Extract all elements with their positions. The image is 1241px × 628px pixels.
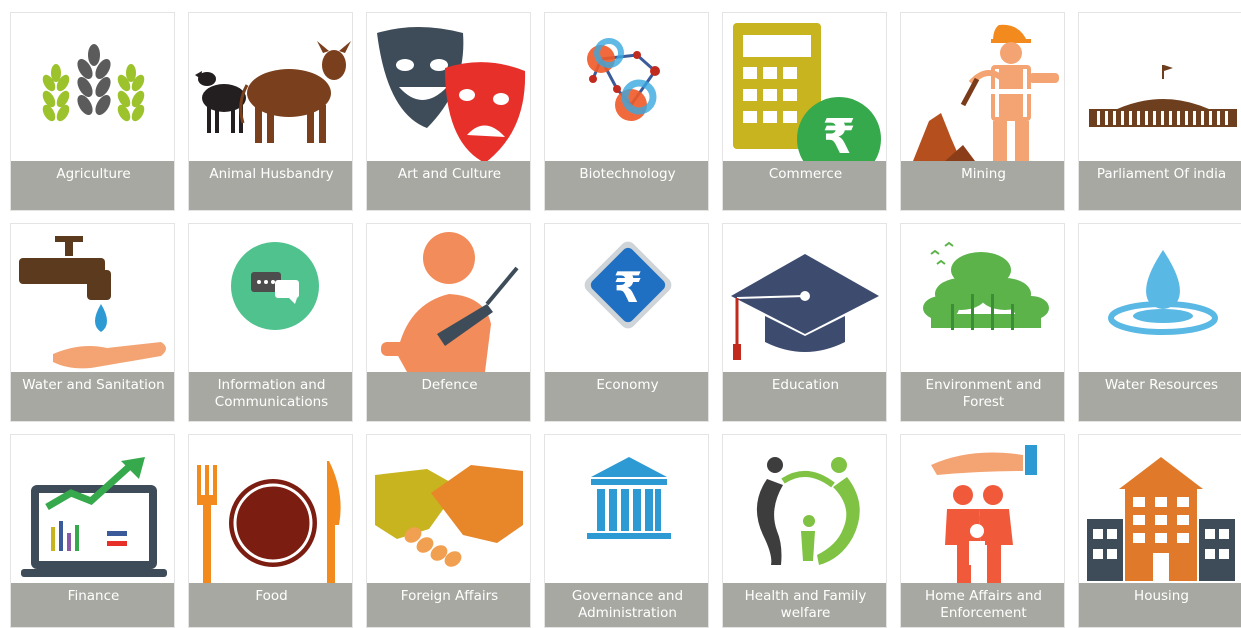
category-tile-mining[interactable]: Mining [900,12,1065,211]
category-label: Foreign Affairs [367,583,530,627]
apartment-building-icon [1079,435,1241,583]
category-tile-information-and-communications[interactable]: Information and Communications [188,223,353,422]
category-label: Animal Husbandry [189,161,352,210]
molecule-icon [545,13,708,161]
chat-bubble-icon [189,224,352,372]
category-tile-animal-husbandry[interactable]: Animal Husbandry [188,12,353,211]
svg-text:₹: ₹ [822,109,855,161]
category-label: Economy [545,372,708,421]
miner-icon [901,13,1064,161]
protected-family-icon [901,435,1064,583]
soldier-rifle-icon [367,224,530,372]
category-label: Water and Sanitation [11,372,174,421]
category-label: Parliament Of india [1079,161,1241,210]
svg-text:₹: ₹ [613,263,642,312]
handshake-icon [367,435,530,583]
category-label: Biotechnology [545,161,708,210]
graduation-cap-icon [723,224,886,372]
category-tile-parliament-of-india[interactable]: Parliament Of india [1078,12,1241,211]
category-tile-housing[interactable]: Housing [1078,434,1241,628]
category-label: Art and Culture [367,161,530,210]
category-tile-art-and-culture[interactable]: Art and Culture [366,12,531,211]
category-tile-finance[interactable]: Finance [10,434,175,628]
category-label: Finance [11,583,174,627]
category-tile-education[interactable]: Education [722,223,887,422]
category-tile-economy[interactable]: ₹ Economy [544,223,709,422]
family-health-icon [723,435,886,583]
category-tile-home-affairs-and-enforcement[interactable]: Home Affairs and Enforcement [900,434,1065,628]
fork-plate-knife-icon [189,435,352,583]
water-drop-icon [1079,224,1241,372]
finance-laptop-icon [11,435,174,583]
category-label: Governance and Administration [545,583,708,627]
category-label: Education [723,372,886,421]
category-label: Food [189,583,352,627]
category-label: Environment and Forest [901,372,1064,421]
category-label: Water Resources [1079,372,1241,421]
category-tile-water-and-sanitation[interactable]: Water and Sanitation [10,223,175,422]
category-tile-defence[interactable]: Defence [366,223,531,422]
category-tile-commerce[interactable]: ₹ Commerce [722,12,887,211]
category-label: Health and Family welfare [723,583,886,627]
category-tile-biotechnology[interactable]: Biotechnology [544,12,709,211]
category-label: Home Affairs and Enforcement [901,583,1064,627]
category-tile-foreign-affairs[interactable]: Foreign Affairs [366,434,531,628]
cattle-icon [189,13,352,161]
category-tile-environment-and-forest[interactable]: Environment and Forest [900,223,1065,422]
category-label: Agriculture [11,161,174,210]
category-tile-water-resources[interactable]: Water Resources [1078,223,1241,422]
category-tile-health-and-family-welfare[interactable]: Health and Family welfare [722,434,887,628]
government-building-icon [545,435,708,583]
calculator-rupee-icon: ₹ [723,13,886,161]
category-label: Information and Communications [189,372,352,421]
category-label: Mining [901,161,1064,210]
water-tap-icon [11,224,174,372]
category-label: Commerce [723,161,886,210]
forest-icon [901,224,1064,372]
parliament-building-icon [1079,13,1241,161]
rupee-diamond-icon: ₹ [545,224,708,372]
category-tile-agriculture[interactable]: Agriculture [10,12,175,211]
wheat-icon [11,13,174,161]
category-label: Defence [367,372,530,421]
category-grid: Agriculture Animal Husbandry Art and Cul… [0,0,1241,628]
category-label: Housing [1079,583,1241,627]
category-tile-governance-and-administration[interactable]: Governance and Administration [544,434,709,628]
theatre-masks-icon [367,13,530,161]
category-tile-food[interactable]: Food [188,434,353,628]
